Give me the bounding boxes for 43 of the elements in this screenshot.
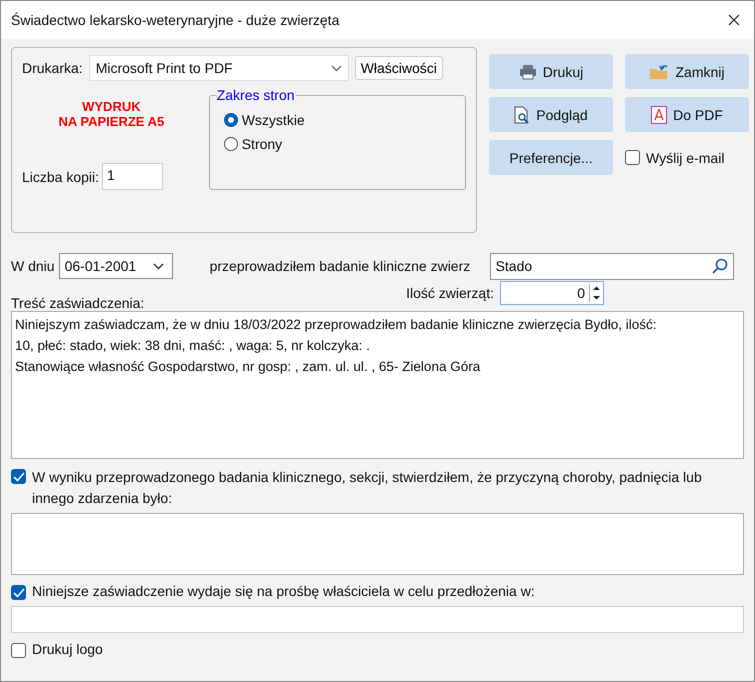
radio-label: Strony — [242, 136, 282, 152]
content-label: Treść zaświadczenia: — [11, 295, 144, 311]
checkbox[interactable] — [11, 643, 26, 658]
copies-field[interactable]: 1 — [102, 163, 164, 190]
send-email-label: Wyślij e-mail — [646, 150, 724, 166]
window-title: Świadectwo lekarsko-weterynaryjne - duże zwierzęta — [11, 12, 340, 28]
radio-button[interactable] — [224, 137, 238, 151]
chevron-down-icon — [330, 64, 342, 72]
properties-button[interactable]: Właściwości — [354, 56, 443, 80]
animal-count-label: Ilość zwierząt: — [406, 285, 494, 301]
print-button[interactable]: Drukuj — [489, 54, 613, 89]
print-notice: WYDRUK — [81, 99, 142, 114]
print-notice: NA PAPIERZE A5 — [58, 114, 166, 129]
radio-button[interactable] — [224, 113, 238, 127]
pdf-icon — [651, 106, 668, 124]
preview-button[interactable]: Podgląd — [489, 97, 613, 132]
close-button[interactable]: Zamknij — [625, 54, 749, 89]
radio-label: Wszystkie — [242, 112, 305, 128]
date-label: W dniu — [11, 258, 55, 274]
printer-label: Drukarka: — [22, 60, 83, 76]
content-textarea[interactable]: Niniejszym zaświadczam, że w dniu 18/03/2022 przeprowadziłem badanie kliniczne zwierzęcia Bydło, ilość: 10, płeć: stado, wiek: 38 dni, maść: , waga: 5, nr kolczyka: . Stanowiące własność Gospodarstwo, nr gosp: , zam. ul. ul. , 65- Zielona Góra — [11, 311, 744, 459]
purpose-field[interactable] — [11, 606, 744, 633]
purpose-label: Niniejsze zaświadczenie wydaje się na prośbę właściciela w celu przedłożenia w: — [32, 583, 535, 599]
checkbox[interactable] — [11, 585, 26, 600]
close-icon[interactable] — [728, 14, 740, 26]
copies-label: Liczba kopii: — [22, 168, 100, 184]
search-icon[interactable] — [712, 258, 728, 274]
animal-count-spinner[interactable]: 0 — [500, 281, 604, 305]
checkbox[interactable] — [625, 150, 640, 165]
exam-label: przeprowadziłem badanie kliniczne zwierz — [210, 258, 472, 274]
findings-label: W wyniku przeprowadzonego badania klinicznego, sekcji, stwierdziłem, że przyczyną choroby, padnięcia lub innego zdarzenia było: — [32, 468, 703, 508]
page-range-title: Zakres stron — [216, 87, 296, 103]
animal-search-field[interactable]: Stado — [490, 252, 734, 280]
print-logo-label: Drukuj logo — [32, 641, 103, 657]
printer-icon — [518, 64, 537, 80]
chevron-down-icon — [152, 262, 164, 270]
printer-dropdown[interactable]: Microsoft Print to PDF — [88, 55, 349, 81]
preferences-button[interactable]: Preferencje... — [489, 140, 613, 175]
date-picker[interactable]: 06-01-2001 — [58, 253, 173, 279]
folder-arrow-icon — [649, 64, 670, 80]
document-magnifier-icon — [514, 106, 530, 124]
pdf-button[interactable]: Do PDF — [625, 97, 749, 132]
checkbox[interactable] — [11, 469, 26, 484]
